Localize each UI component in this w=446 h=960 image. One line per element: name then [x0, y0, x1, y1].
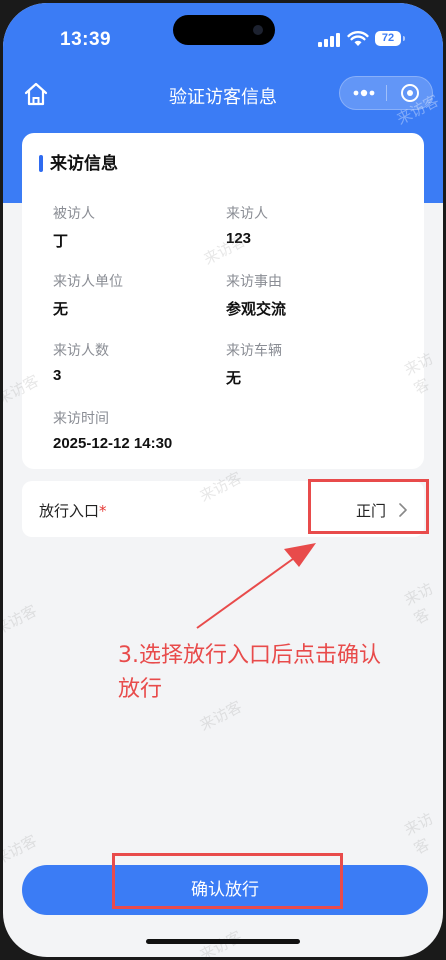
card-title: 来访信息 [39, 153, 118, 175]
home-indicator [146, 939, 300, 944]
field-label: 来访人单位 [53, 274, 123, 290]
field-label: 来访人 [226, 206, 268, 222]
watermark: 来访客 [401, 809, 437, 858]
entry-label: 放行入口* [39, 502, 107, 520]
field-value: 参观交流 [226, 301, 287, 318]
capsule-divider [386, 85, 387, 101]
watermark: 来访客 [401, 579, 437, 628]
more-icon[interactable] [352, 87, 376, 99]
signal-icon [318, 33, 340, 47]
highlight-box-entry [308, 479, 429, 534]
highlight-box-confirm [112, 853, 343, 909]
battery-icon: 72 [375, 31, 405, 46]
nav-bar: 验证访客信息 [3, 71, 443, 117]
field-visitor-company: 来访人单位 无 [53, 271, 123, 319]
field-visitor-vehicle: 来访车辆 无 [226, 340, 282, 388]
watermark: 来访客 [3, 831, 40, 869]
visitor-info-card: 来访信息 被访人 丁 来访人 123 来访人单位 无 来访事由 参观交流 来访人… [22, 133, 424, 469]
annotation-text: 3.选择放行入口后点击确认放行 [118, 643, 381, 702]
field-value: 无 [53, 301, 69, 318]
status-bar: 13:39 72 [3, 3, 443, 79]
field-value: 3 [53, 367, 62, 384]
field-value: 无 [226, 370, 242, 387]
dynamic-island [173, 15, 275, 45]
watermark: 来访客 [3, 601, 40, 639]
field-visit-reason: 来访事由 参观交流 [226, 271, 286, 319]
field-value: 2025-12-12 14:30 [53, 435, 173, 452]
status-time: 13:39 [60, 29, 112, 50]
field-visited-person: 被访人 丁 [53, 203, 95, 251]
field-label: 来访时间 [53, 411, 109, 427]
field-label: 来访事由 [226, 274, 282, 290]
field-label: 来访车辆 [226, 343, 282, 359]
field-label: 来访人数 [53, 343, 109, 359]
field-label: 被访人 [53, 206, 95, 222]
field-visitor-count: 来访人数 3 [53, 340, 109, 384]
field-visit-time: 来访时间 2025-12-12 14:30 [53, 408, 172, 452]
required-mark: * [99, 502, 107, 520]
wifi-icon [347, 31, 369, 46]
watermark: 来访客 [200, 231, 249, 269]
field-value: 丁 [53, 233, 69, 250]
